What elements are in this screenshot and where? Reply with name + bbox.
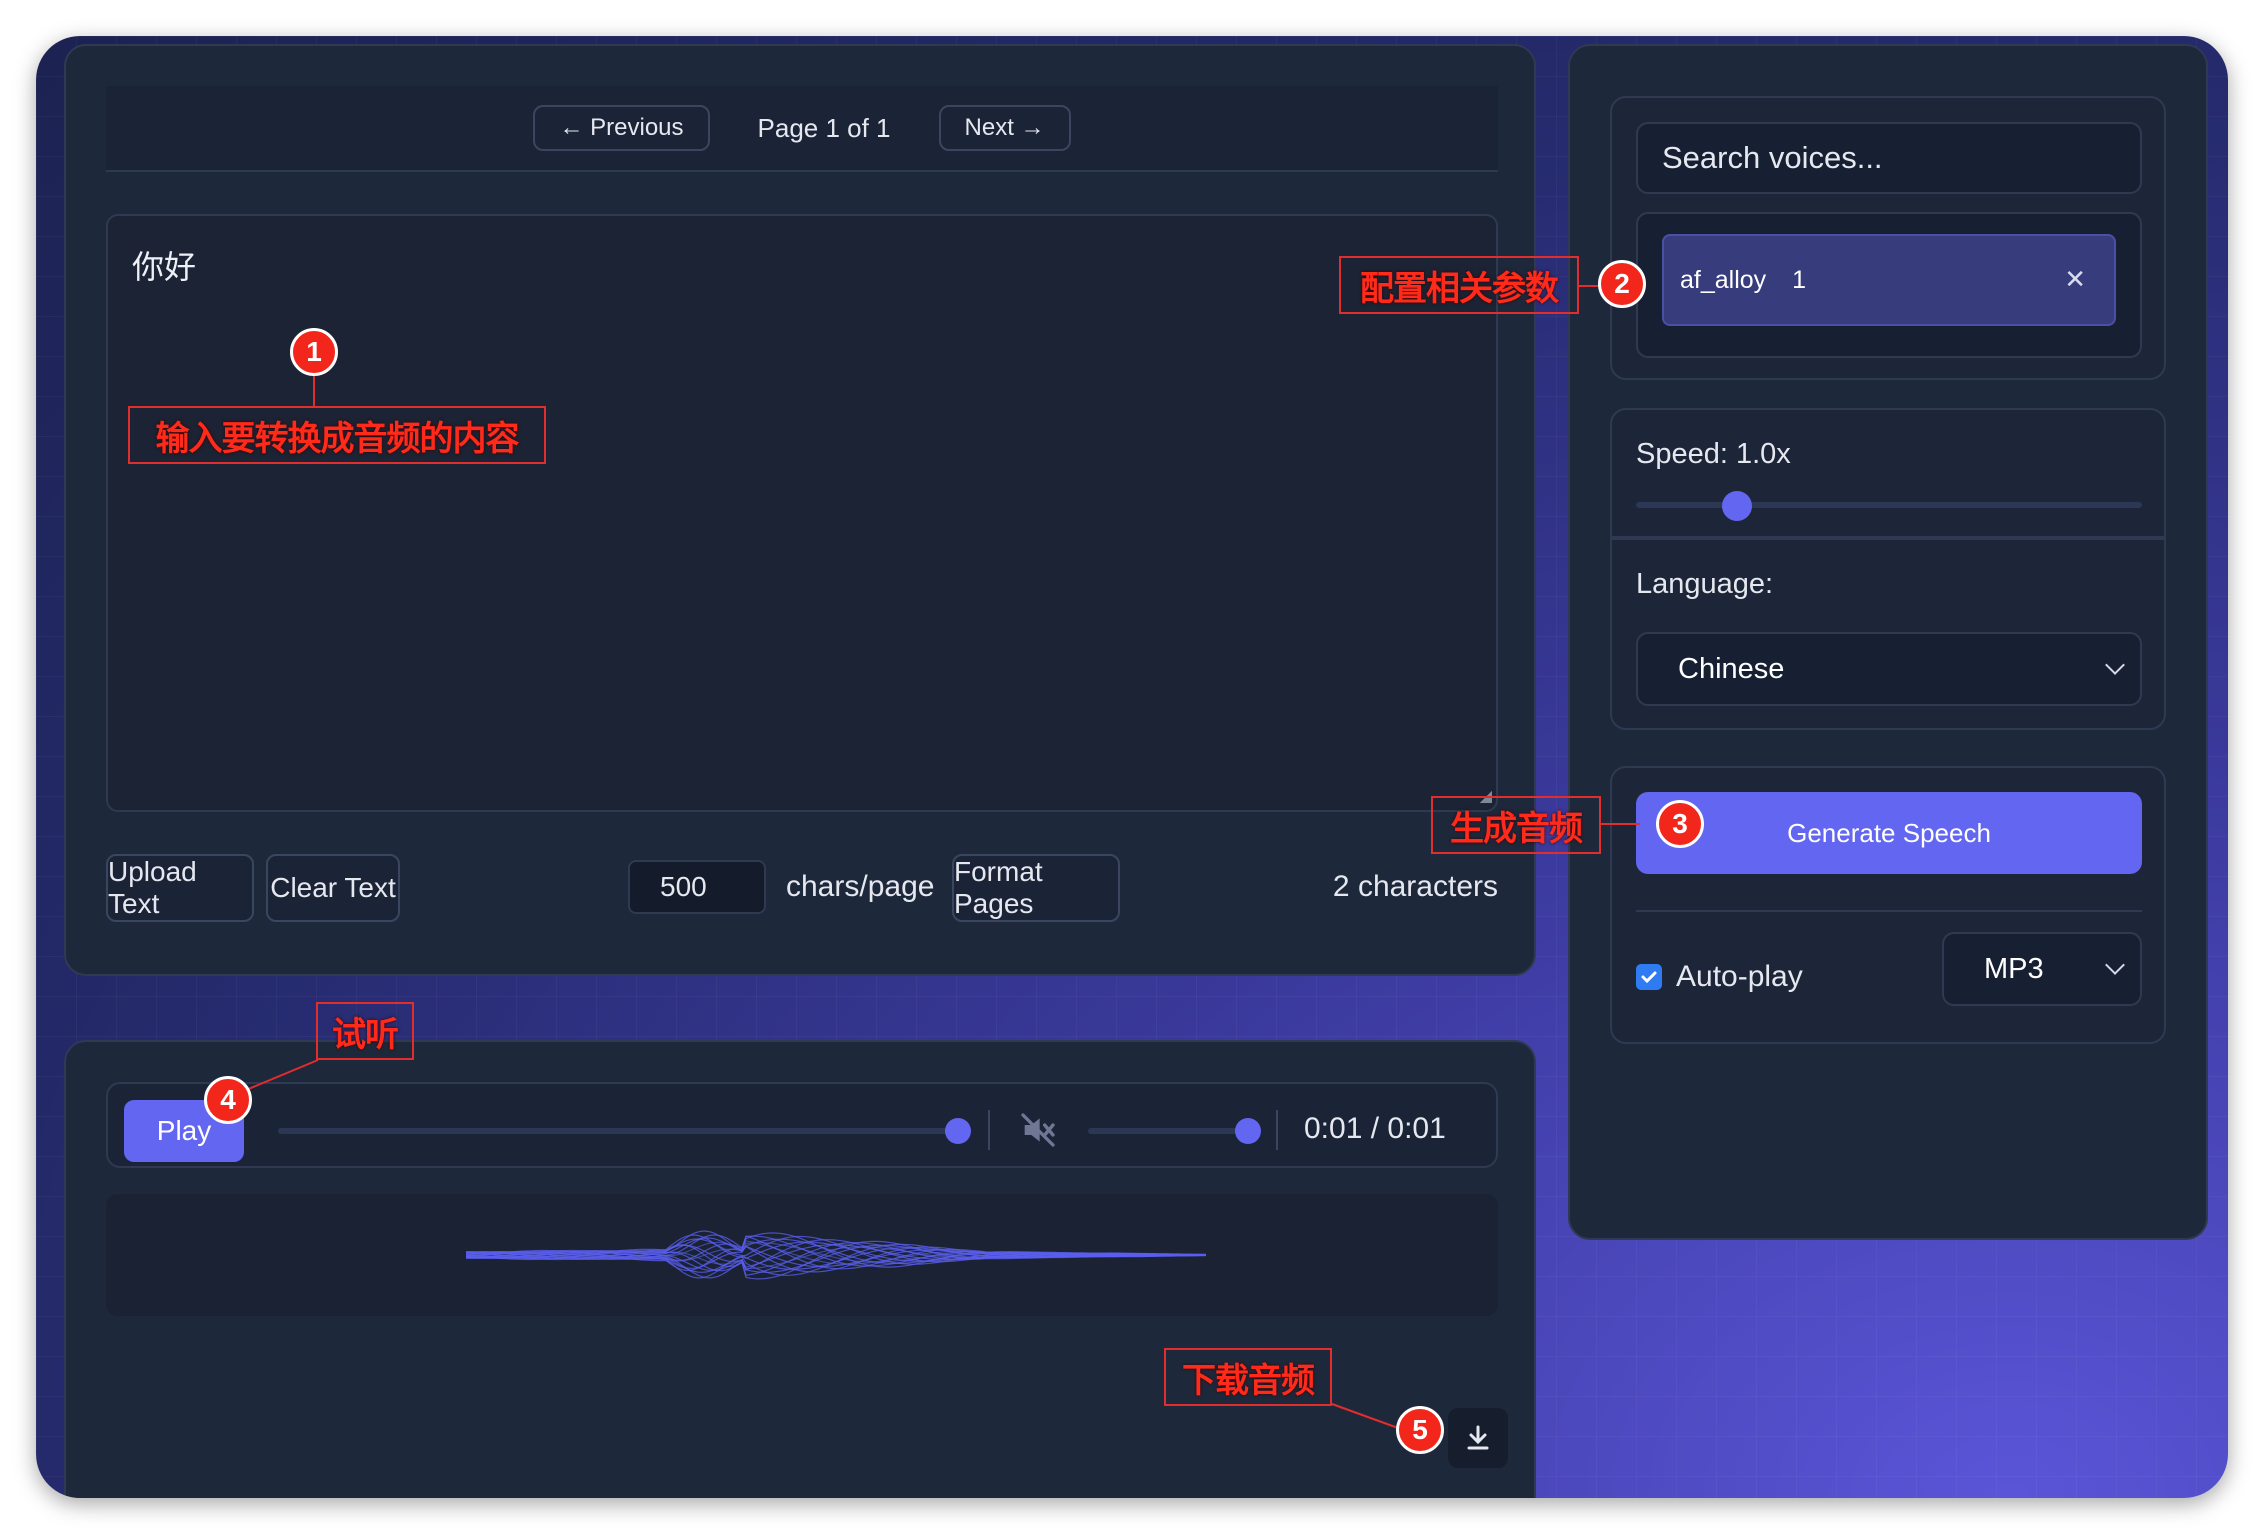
player-panel: Play 0:01 / 0:01: [64, 1040, 1536, 1498]
download-icon: [1467, 1425, 1489, 1450]
clear-text-button[interactable]: Clear Text: [266, 854, 400, 922]
format-value: MP3: [1984, 952, 2044, 985]
volume-track[interactable]: [1088, 1128, 1248, 1134]
autoplay-checkbox[interactable]: [1636, 964, 1662, 990]
annotation-label-2: 配置相关参数: [1339, 256, 1579, 314]
annotation-label-5: 下载音频: [1164, 1348, 1332, 1406]
voice-name: af_alloy: [1680, 265, 1767, 294]
language-select[interactable]: Chinese: [1636, 632, 2142, 706]
annotation-marker-1: 1: [290, 328, 338, 376]
chevron-down-icon: [2105, 655, 2125, 675]
divider: [1276, 1110, 1278, 1150]
download-button[interactable]: [1448, 1408, 1508, 1468]
chars-per-page-input[interactable]: 500: [628, 860, 766, 914]
chars-per-page-label: chars/page: [786, 870, 935, 903]
playback-time: 0:01 / 0:01: [1304, 1112, 1446, 1145]
editor-panel: ← Previous Page 1 of 1 Next → 你好 ◢ Uploa…: [64, 44, 1536, 976]
speed-label: Speed: 1.0x: [1636, 438, 1791, 470]
progress-thumb[interactable]: [945, 1118, 971, 1144]
editor-content: 你好: [132, 249, 197, 285]
annotation-label-4: 试听: [316, 1002, 414, 1060]
language-label: Language:: [1636, 568, 1774, 600]
annotation-marker-3: 3: [1656, 800, 1704, 848]
pagination-bar: ← Previous Page 1 of 1 Next →: [106, 86, 1498, 172]
volume-thumb[interactable]: [1235, 1118, 1261, 1144]
chevron-down-icon: [2105, 955, 2125, 975]
generate-speech-button[interactable]: Generate Speech: [1636, 792, 2142, 874]
page-indicator: Page 1 of 1: [757, 112, 891, 143]
annotation-marker-4: 4: [204, 1076, 252, 1124]
waveform-line: [465, 1240, 1206, 1280]
progress-track[interactable]: [278, 1128, 958, 1134]
voice-card: Search voices... af_alloy 1 ✕: [1610, 96, 2166, 380]
format-select[interactable]: MP3: [1942, 932, 2142, 1006]
close-icon[interactable]: ✕: [2064, 264, 2086, 295]
check-icon: [1641, 971, 1657, 984]
format-pages-button[interactable]: Format Pages: [952, 854, 1120, 922]
divider: [988, 1110, 990, 1150]
speed-slider-track[interactable]: [1636, 502, 2142, 508]
speed-slider-thumb[interactable]: [1722, 491, 1753, 521]
voice-search-input[interactable]: Search voices...: [1636, 122, 2142, 194]
language-value: Chinese: [1678, 652, 1785, 685]
editor-toolbar: Upload Text Clear Text 500 chars/page Fo…: [106, 854, 1498, 922]
volume-mute-icon[interactable]: [1018, 1110, 1058, 1150]
autoplay-toggle[interactable]: Auto-play: [1636, 960, 1803, 994]
annotation-marker-2: 2: [1598, 260, 1646, 308]
divider: [1636, 910, 2142, 912]
annotation-label-1: 输入要转换成音频的内容: [128, 406, 546, 464]
app-window: ← Previous Page 1 of 1 Next → 你好 ◢ Uploa…: [36, 36, 2228, 1498]
settings-panel: Search voices... af_alloy 1 ✕ Speed: 1.0…: [1568, 44, 2208, 1240]
voice-chip[interactable]: af_alloy 1 ✕: [1662, 234, 2116, 326]
voice-weight[interactable]: 1: [1792, 266, 1806, 295]
speed-card: Speed: 1.0x: [1610, 408, 2166, 538]
upload-text-button[interactable]: Upload Text: [106, 854, 254, 922]
annotation-label-3: 生成音频: [1431, 796, 1601, 854]
text-input-area[interactable]: 你好 ◢: [106, 214, 1498, 812]
autoplay-label: Auto-play: [1676, 960, 1803, 993]
waveform-visualizer: [106, 1194, 1498, 1316]
next-page-button[interactable]: Next →: [938, 105, 1071, 151]
selected-voices: af_alloy 1 ✕: [1636, 212, 2142, 358]
language-card: Language: Chinese: [1610, 538, 2166, 730]
character-count: 2 characters: [1332, 870, 1498, 903]
audio-player: Play 0:01 / 0:01: [106, 1082, 1498, 1168]
waveform-graphic: [465, 1230, 1207, 1280]
previous-page-button[interactable]: ← Previous: [533, 105, 710, 151]
annotation-marker-5: 5: [1396, 1406, 1444, 1454]
